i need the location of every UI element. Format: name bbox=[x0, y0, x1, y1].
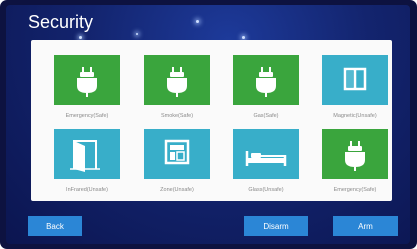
zone-tile-emergency[interactable] bbox=[54, 55, 120, 105]
zone-tile-infrared[interactable] bbox=[54, 129, 120, 179]
zone-tile-gas[interactable] bbox=[233, 55, 299, 105]
plug-icon bbox=[345, 141, 365, 171]
zone-tile-zone[interactable] bbox=[144, 129, 210, 179]
sparkle-decoration bbox=[196, 20, 199, 23]
zone-tile-emergency-2[interactable] bbox=[322, 129, 388, 179]
plug-icon bbox=[77, 67, 97, 97]
device-frame: Security Emergency(Safe) Smoke(Safe) Gas… bbox=[0, 0, 417, 249]
bed-icon bbox=[245, 151, 287, 166]
sparkle-decoration bbox=[136, 33, 138, 35]
window-icon bbox=[343, 67, 367, 91]
sparkle-decoration bbox=[79, 36, 82, 39]
arm-button[interactable]: Arm bbox=[333, 216, 398, 236]
panel-icon bbox=[164, 139, 190, 165]
security-screen: Security Emergency(Safe) Smoke(Safe) Gas… bbox=[6, 5, 410, 244]
zone-label: Smoke(Safe) bbox=[160, 113, 194, 119]
plug-icon bbox=[256, 67, 276, 97]
sparkle-decoration bbox=[242, 36, 245, 39]
zones-panel: Emergency(Safe) Smoke(Safe) Gas(Safe) Ma… bbox=[31, 40, 392, 201]
zone-label: Glass(Unsafe) bbox=[248, 187, 284, 193]
zone-label: Magnetic(Unsafe) bbox=[333, 113, 377, 119]
plug-icon bbox=[167, 67, 187, 97]
disarm-button[interactable]: Disarm bbox=[244, 216, 308, 236]
zone-label: Emergency(Safe) bbox=[65, 113, 109, 119]
zone-tile-smoke[interactable] bbox=[144, 55, 210, 105]
back-button[interactable]: Back bbox=[28, 216, 82, 236]
zone-tile-glass[interactable] bbox=[233, 129, 299, 179]
page-title: Security bbox=[28, 12, 94, 32]
zone-label: Gas(Safe) bbox=[253, 113, 279, 119]
zone-label: Emergency(Safe) bbox=[333, 187, 377, 193]
zone-label: Zone(Unsafe) bbox=[160, 187, 194, 193]
door-icon bbox=[70, 140, 100, 172]
zone-tile-magnetic[interactable] bbox=[322, 55, 388, 105]
zone-label: InFrared(Unsafe) bbox=[66, 187, 108, 193]
